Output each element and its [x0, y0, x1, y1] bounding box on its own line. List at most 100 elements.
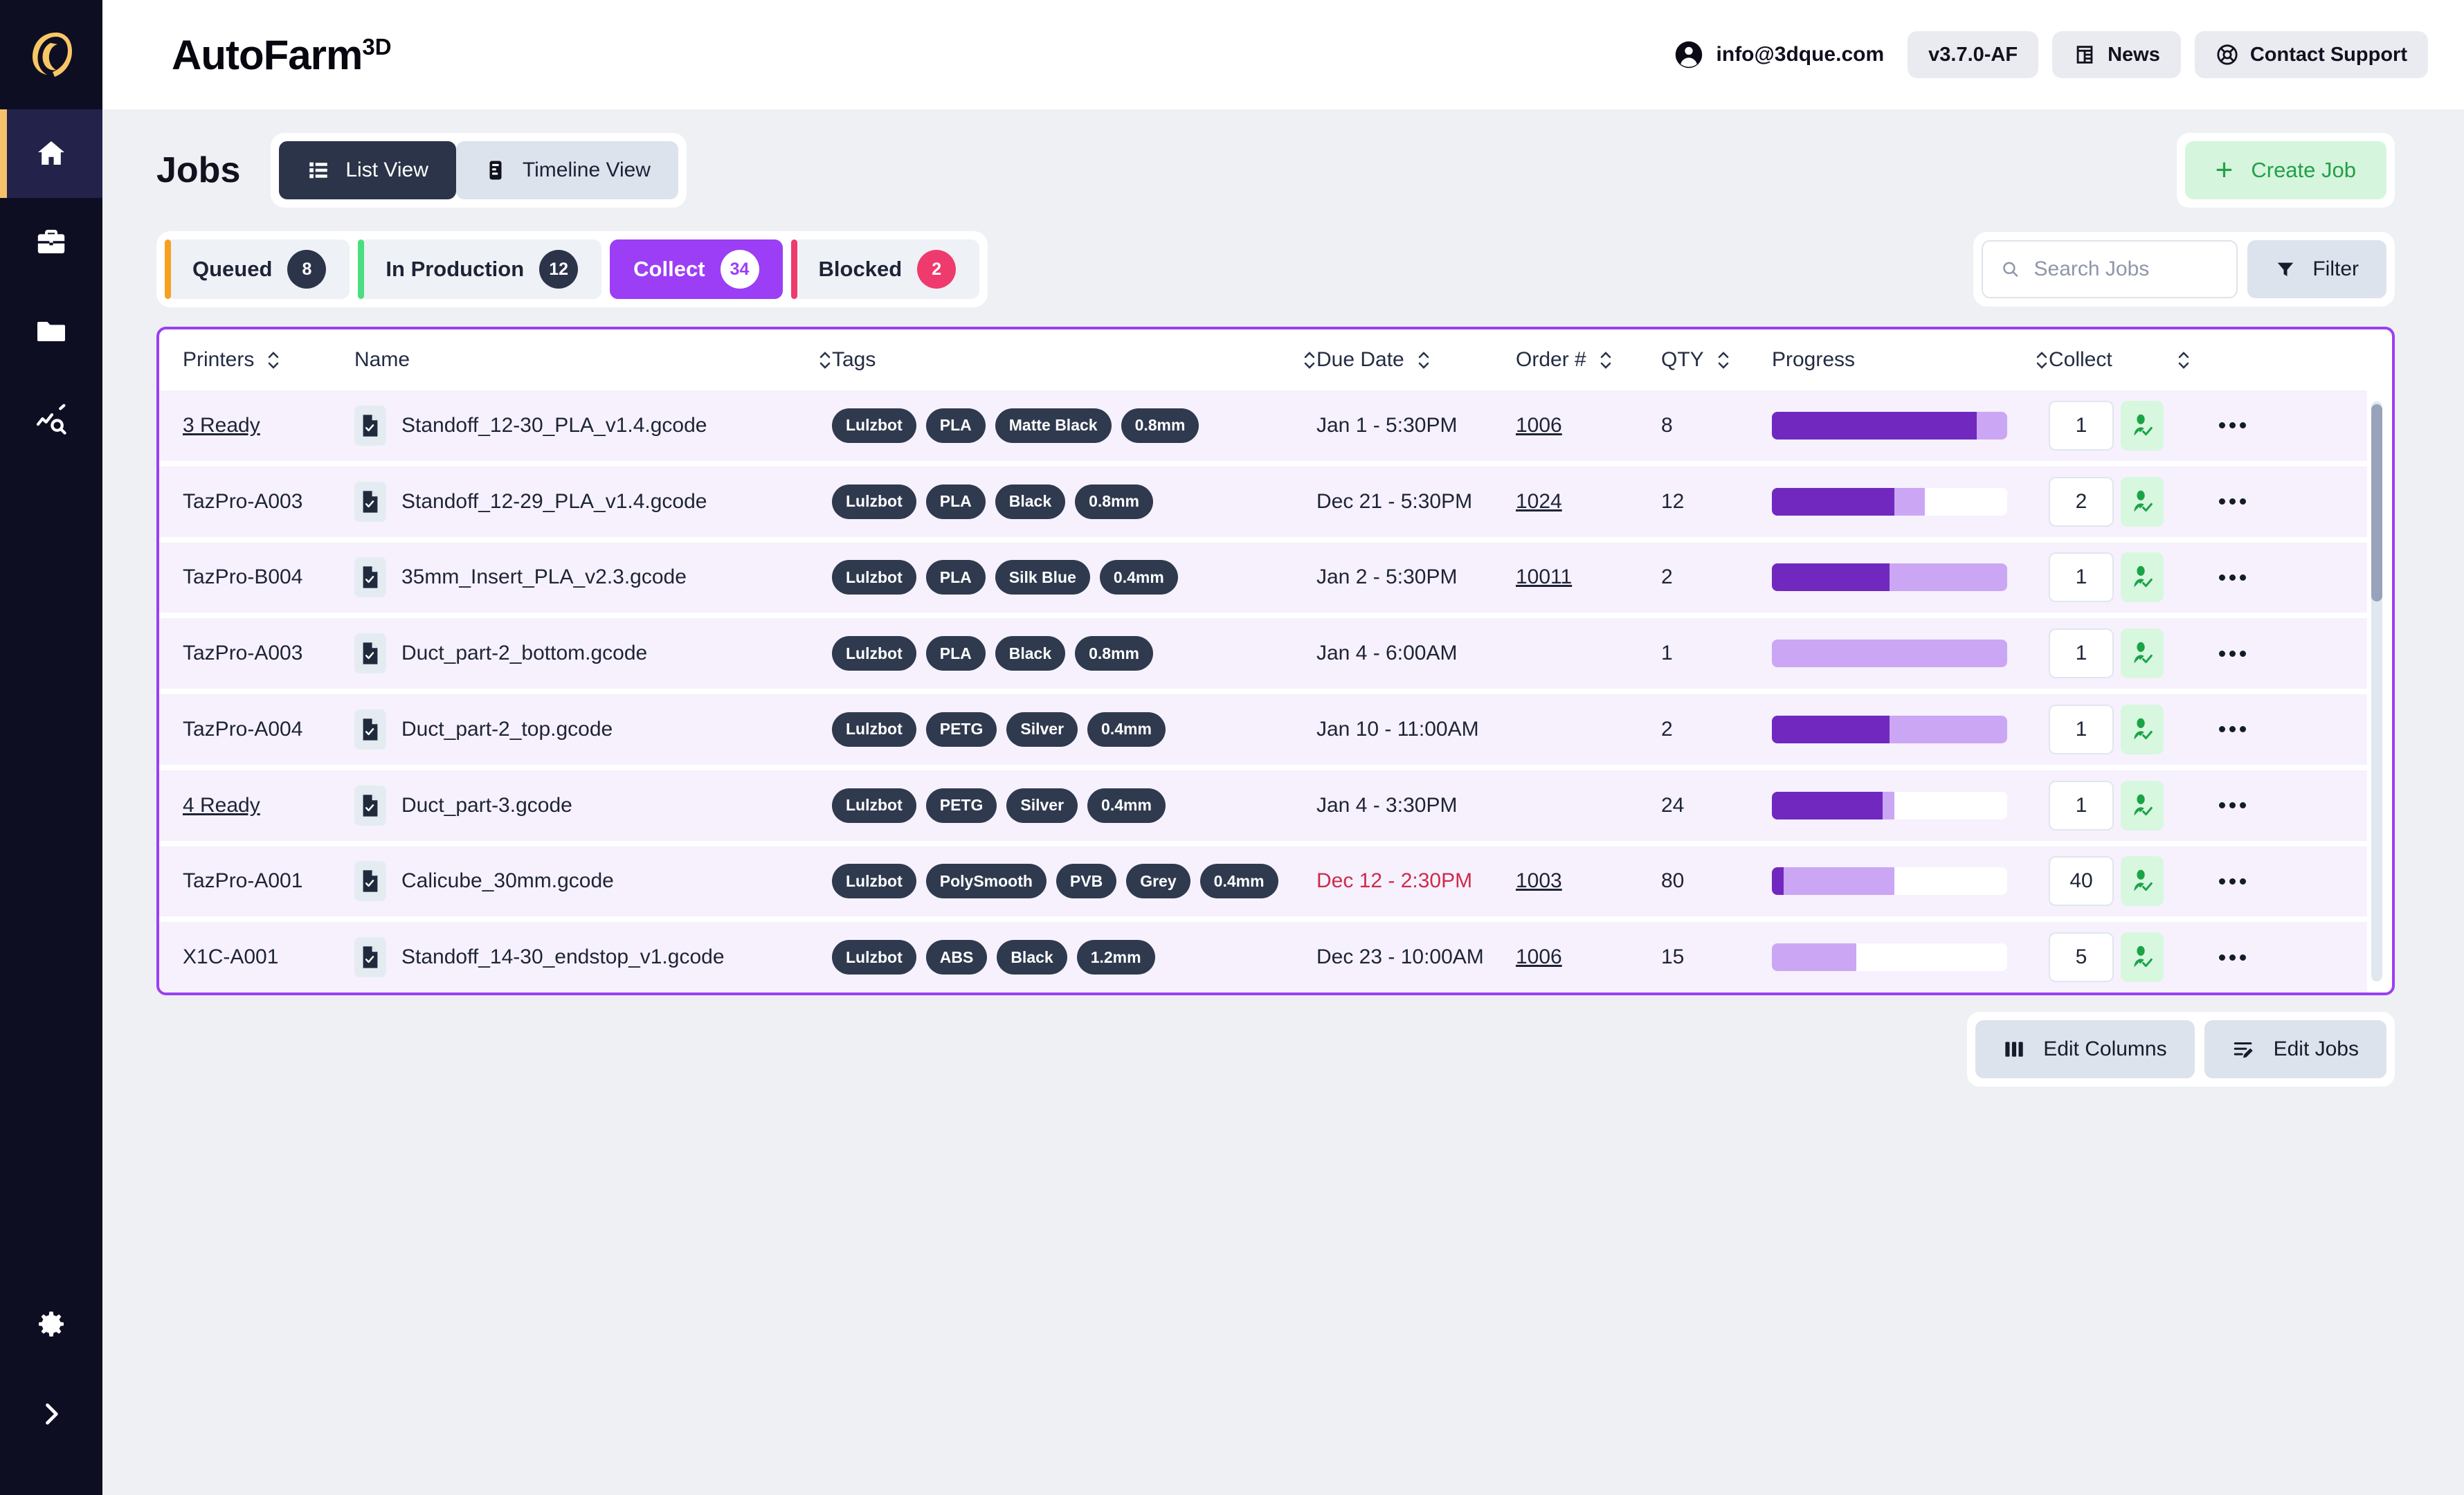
tag-chip[interactable]: 1.2mm [1076, 940, 1155, 975]
column-header-collect[interactable]: Collect [2049, 348, 2191, 372]
search-box[interactable] [1982, 240, 2238, 298]
tag-chip[interactable]: 0.8mm [1075, 484, 1153, 519]
sidebar-item-analytics[interactable] [0, 375, 102, 464]
sidebar-expand-button[interactable] [0, 1369, 102, 1459]
table-row[interactable]: TazPro-A004 Duct_part-2_top.gcode Lulzbo… [159, 694, 2367, 765]
search-input[interactable] [2033, 257, 2219, 281]
tag-chip[interactable]: 0.8mm [1075, 636, 1153, 671]
row-actions-button[interactable] [2191, 726, 2274, 733]
sidebar-item-files[interactable] [0, 287, 102, 375]
table-row[interactable]: TazPro-A001 Calicube_30mm.gcode Lulzbot P… [159, 846, 2367, 917]
tag-chip[interactable]: Matte Black [995, 408, 1112, 443]
collect-quantity-input[interactable]: 5 [2049, 932, 2114, 983]
sidebar-item-jobs[interactable] [0, 198, 102, 287]
table-row[interactable]: TazPro-A003 Standoff_12-29_PLA_v1.4.gcod… [159, 466, 2367, 537]
row-actions-button[interactable] [2191, 574, 2274, 581]
order-number[interactable]: 1006 [1516, 945, 1562, 969]
version-badge[interactable]: v3.7.0-AF [1908, 31, 2039, 78]
tag-chip[interactable]: Silk Blue [995, 560, 1090, 595]
create-job-button[interactable]: + Create Job [2184, 141, 2386, 199]
order-number[interactable]: 1024 [1516, 490, 1562, 514]
edit-jobs-button[interactable]: Edit Jobs [2204, 1020, 2386, 1078]
table-row[interactable]: 4 Ready Duct_part-3.gcode Lulzbot PETG Sil… [159, 770, 2367, 841]
collect-quantity-input[interactable]: 1 [2049, 780, 2114, 831]
collect-confirm-button[interactable] [2121, 932, 2164, 983]
tag-chip[interactable]: PETG [925, 712, 997, 747]
collect-confirm-button[interactable] [2121, 704, 2164, 754]
table-row[interactable]: TazPro-A003 Duct_part-2_bottom.gcode Lul… [159, 618, 2367, 689]
tab-collect[interactable]: Collect 34 [610, 239, 783, 299]
edit-columns-button[interactable]: Edit Columns [1975, 1020, 2195, 1078]
column-header-qty[interactable]: QTY [1661, 348, 1772, 372]
tag-chip[interactable]: Silver [1006, 788, 1078, 823]
column-header-due-date[interactable]: Due Date [1316, 348, 1516, 372]
collect-confirm-button[interactable] [2121, 552, 2164, 603]
collect-quantity-input[interactable]: 1 [2049, 552, 2114, 603]
tag-chip[interactable]: PLA [925, 484, 986, 519]
tab-timeline-view[interactable]: Timeline View [455, 141, 678, 199]
row-actions-button[interactable] [2191, 650, 2274, 657]
table-row[interactable]: 3 Ready Standoff_12-30_PLA_v1.4.gcode Lu… [159, 390, 2367, 461]
tag-chip[interactable]: Grey [1126, 864, 1190, 899]
tag-chip[interactable]: 0.4mm [1087, 712, 1166, 747]
tag-chip[interactable]: Black [997, 940, 1067, 975]
tab-in-production[interactable]: In Production 12 [358, 239, 602, 299]
tag-chip[interactable]: 0.4mm [1099, 560, 1178, 595]
order-number[interactable]: 1006 [1516, 414, 1562, 437]
column-header-order[interactable]: Order # [1516, 348, 1661, 372]
collect-confirm-button[interactable] [2121, 628, 2164, 679]
tag-chip[interactable]: 0.4mm [1199, 864, 1278, 899]
tag-chip[interactable]: Lulzbot [832, 940, 916, 975]
row-actions-button[interactable] [2191, 878, 2274, 885]
tag-chip[interactable]: Silver [1006, 712, 1078, 747]
collect-confirm-button[interactable] [2121, 400, 2164, 451]
contact-support-button[interactable]: Contact Support [2194, 31, 2428, 78]
row-actions-button[interactable] [2191, 422, 2274, 429]
tab-blocked[interactable]: Blocked 2 [790, 239, 980, 299]
tag-chip[interactable]: Black [995, 484, 1066, 519]
tag-chip[interactable]: Lulzbot [832, 636, 916, 671]
column-header-tags[interactable]: Tags [832, 348, 1316, 372]
column-header-progress[interactable]: Progress [1772, 348, 2049, 372]
collect-quantity-input[interactable]: 2 [2049, 476, 2114, 527]
tag-chip[interactable]: Lulzbot [832, 484, 916, 519]
tag-chip[interactable]: PVB [1056, 864, 1117, 899]
column-header-name[interactable]: Name [354, 348, 832, 372]
collect-confirm-button[interactable] [2121, 856, 2164, 907]
column-header-printers[interactable]: Printers [183, 348, 354, 372]
sidebar-item-home[interactable] [0, 109, 102, 198]
tag-chip[interactable]: Lulzbot [832, 560, 916, 595]
filter-button[interactable]: Filter [2247, 240, 2386, 298]
printer-value[interactable]: 3 Ready [183, 414, 260, 437]
tag-chip[interactable]: Black [995, 636, 1066, 671]
collect-quantity-input[interactable]: 40 [2049, 856, 2114, 907]
row-actions-button[interactable] [2191, 498, 2274, 505]
scrollbar-thumb[interactable] [2371, 404, 2382, 601]
tag-chip[interactable]: Lulzbot [832, 788, 916, 823]
tab-queued[interactable]: Queued 8 [165, 239, 350, 299]
tag-chip[interactable]: ABS [925, 940, 988, 975]
collect-confirm-button[interactable] [2121, 780, 2164, 831]
row-actions-button[interactable] [2191, 954, 2274, 961]
order-number[interactable]: 10011 [1516, 565, 1572, 589]
sidebar-item-settings[interactable] [0, 1279, 102, 1369]
news-button[interactable]: News [2052, 31, 2181, 78]
tag-chip[interactable]: 0.4mm [1087, 788, 1166, 823]
tag-chip[interactable]: PLA [925, 636, 986, 671]
collect-quantity-input[interactable]: 1 [2049, 704, 2114, 754]
table-row[interactable]: X1C-A001 Standoff_14-30_endstop_v1.gcode… [159, 922, 2367, 993]
tab-list-view[interactable]: List View [279, 141, 456, 199]
tag-chip[interactable]: 0.8mm [1121, 408, 1199, 443]
table-scrollbar[interactable] [2371, 401, 2382, 981]
printer-value[interactable]: 4 Ready [183, 794, 260, 817]
tag-chip[interactable]: Lulzbot [832, 408, 916, 443]
tag-chip[interactable]: PLA [925, 560, 986, 595]
collect-quantity-input[interactable]: 1 [2049, 400, 2114, 451]
app-logo[interactable] [0, 0, 102, 109]
tag-chip[interactable]: Lulzbot [832, 864, 916, 899]
account-menu[interactable]: info@3dque.com [1674, 39, 1884, 70]
row-actions-button[interactable] [2191, 802, 2274, 809]
tag-chip[interactable]: PLA [925, 408, 986, 443]
tag-chip[interactable]: Lulzbot [832, 712, 916, 747]
tag-chip[interactable]: PETG [925, 788, 997, 823]
